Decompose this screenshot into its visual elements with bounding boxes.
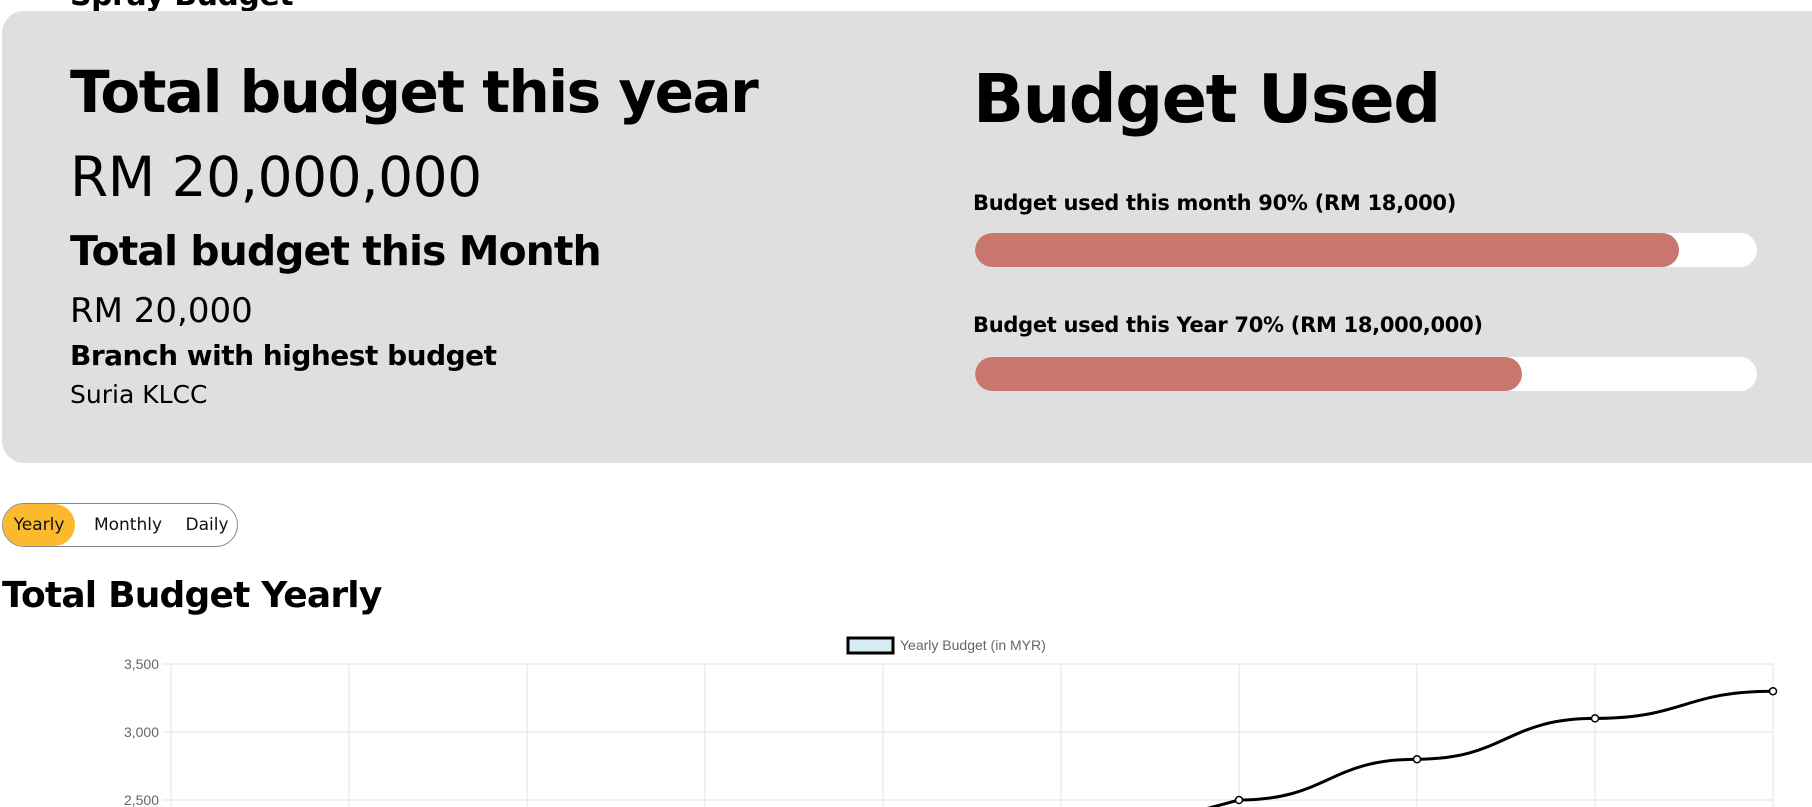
toggle-monthly[interactable]: Monthly: [75, 504, 181, 546]
total-year-title: Total budget this year: [70, 58, 759, 126]
data-point: [1768, 686, 1778, 696]
data-point: [1590, 714, 1600, 723]
legend-label: Yearly Budget (in MYR): [900, 637, 1046, 653]
month-usage-bar: [975, 233, 1757, 267]
branch-title: Branch with highest budget: [70, 339, 497, 372]
budget-used-title: Budget Used: [973, 60, 1441, 138]
chart-title: Total Budget Yearly: [2, 575, 382, 616]
series-line: [1206, 689, 1774, 807]
toggle-yearly[interactable]: Yearly: [3, 504, 75, 546]
period-toggle: Yearly Monthly Daily: [2, 503, 238, 547]
month-usage-label: Budget used this month 90% (RM 18,000): [973, 191, 1456, 215]
yearly-budget-chart: Yearly Budget (in MYR) 3,500 3,000 2,500: [124, 636, 1778, 807]
total-year-value: RM 20,000,000: [70, 145, 482, 209]
data-point: [1234, 795, 1244, 805]
total-month-value: RM 20,000: [70, 291, 253, 331]
branch-value: Suria KLCC: [70, 380, 208, 409]
y-tick-label: 3,500: [124, 656, 159, 672]
year-usage-label: Budget used this Year 70% (RM 18,000,000…: [973, 313, 1483, 337]
data-point: [1412, 754, 1422, 764]
month-usage-fill: [975, 233, 1679, 267]
y-tick-label: 2,500: [124, 792, 159, 807]
legend-swatch: [846, 636, 895, 655]
y-tick-label: 3,000: [124, 724, 159, 740]
budget-summary-card: Total budget this year RM 20,000,000 Tot…: [2, 11, 1812, 463]
total-month-title: Total budget this Month: [70, 227, 602, 275]
toggle-daily[interactable]: Daily: [181, 504, 233, 546]
year-usage-bar: [975, 357, 1757, 391]
year-usage-fill: [975, 357, 1523, 391]
